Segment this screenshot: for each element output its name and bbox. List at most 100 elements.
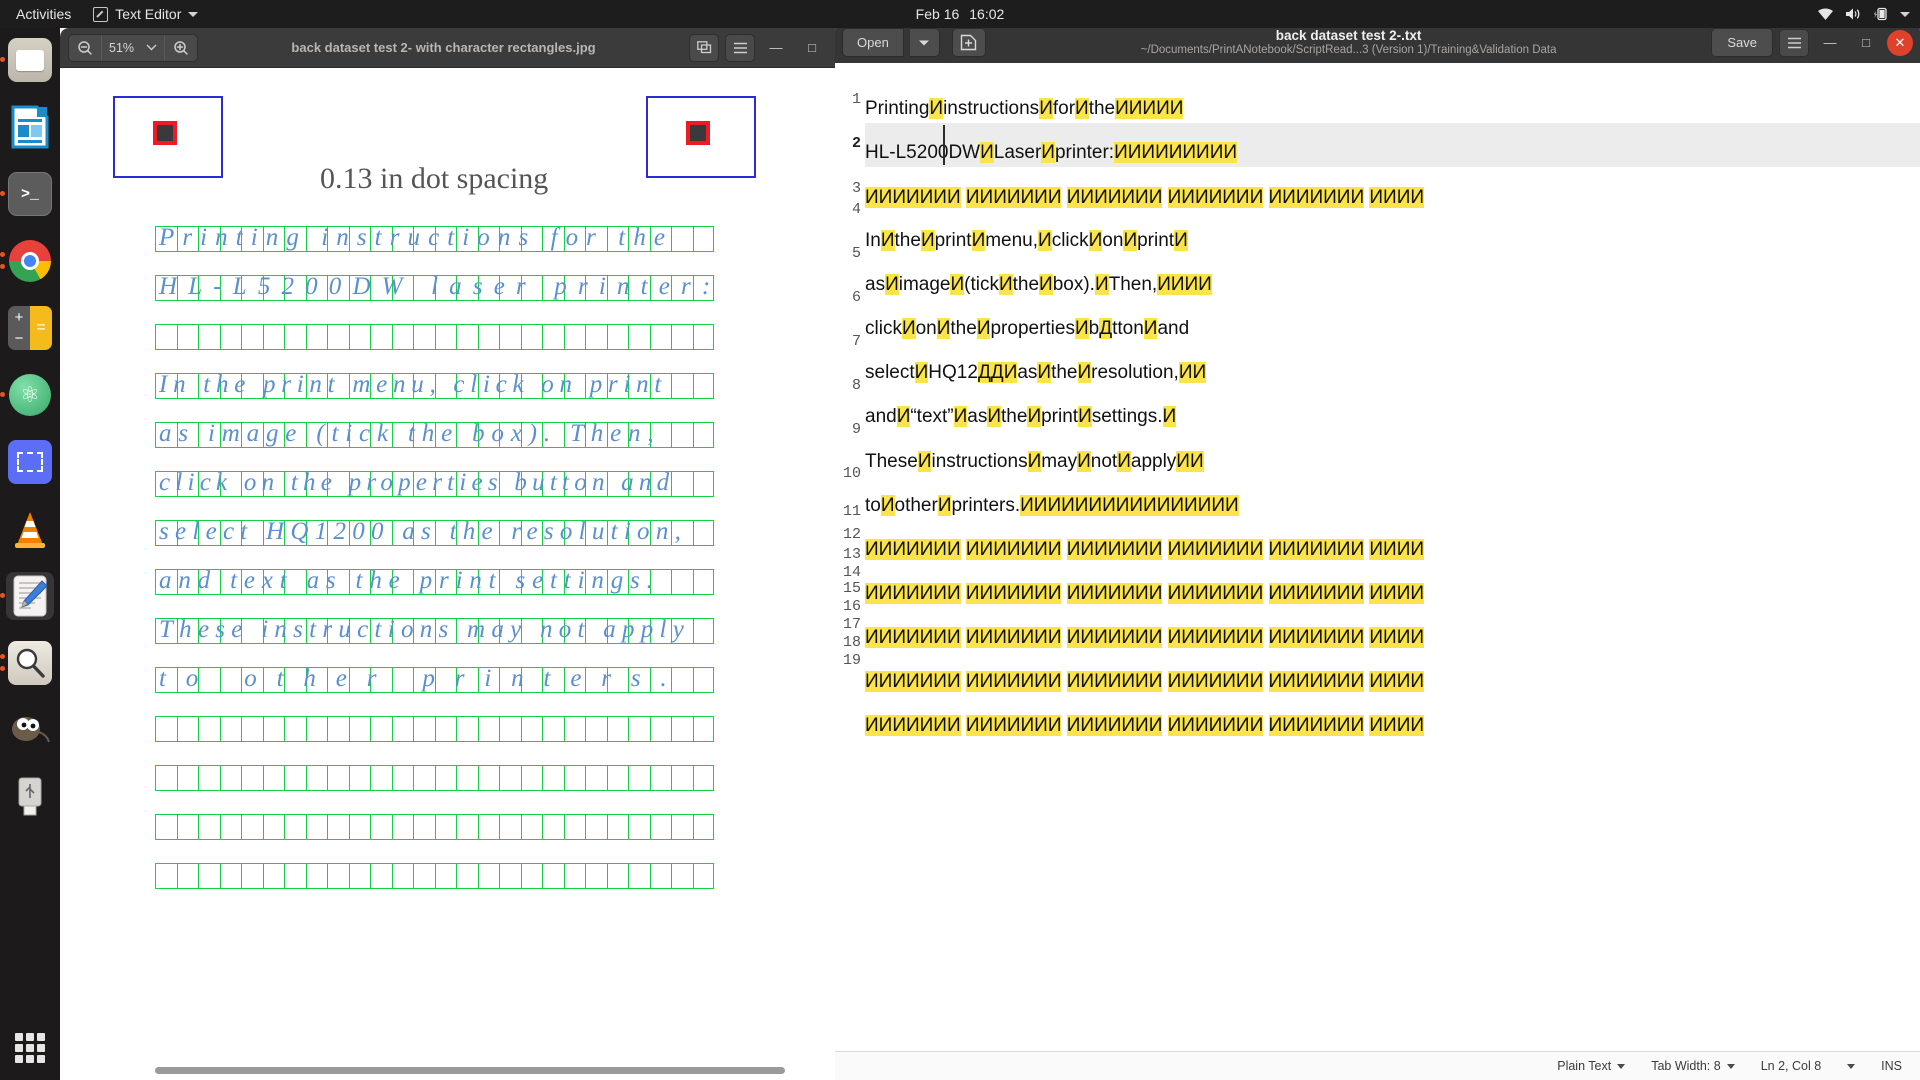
insert-mode-label: INS [1881,1059,1902,1073]
horizontal-scrollbar[interactable] [155,1067,785,1074]
highlighted-token: И [953,406,968,427]
code-line[interactable]: andИ“text”ИasИtheИprintИsettings.И [865,406,1920,428]
handwritten-text: as image (tick the box). Then, [159,420,661,447]
highlighted-token: ИИИИИИИ [1066,539,1163,560]
open-button[interactable]: Open [842,28,904,57]
character-cell [413,765,435,791]
highlighted-token: ИИИИИИИ [1268,671,1365,692]
dock-item-gimp[interactable] [6,706,54,754]
character-cell [671,226,693,252]
code-line[interactable]: PrintingИinstructionsИforИtheИИИИИ [865,98,1920,120]
line-number: 14 [842,564,861,581]
dock-item-atom[interactable]: ⚛ [0,371,54,419]
highlighted-token: ИИИИ [1369,583,1424,604]
code-line[interactable]: clickИonИtheИpropertiesИbДttonИand [865,318,1920,340]
hamburger-menu-icon[interactable] [1779,28,1809,57]
character-cell [413,814,435,840]
code-line[interactable]: InИtheИprintИmenu,ИclickИonИprintИ [865,230,1920,252]
tab-width-selector[interactable]: Tab Width: 8 [1651,1059,1735,1073]
character-cell [155,324,177,350]
character-cell [671,569,693,595]
character-cell [628,863,650,889]
image-canvas[interactable]: 0.13 in dot spacing Printing instruction… [60,68,835,1080]
code-line[interactable]: ИИИИИИИ ИИИИИИИ ИИИИИИИ ИИИИИИИ ИИИИИИИ … [865,539,1920,561]
code-line[interactable]: ИИИИИИИ ИИИИИИИ ИИИИИИИ ИИИИИИИ ИИИИИИИ … [865,627,1920,649]
highlighted-token: ИИИИ [1369,187,1424,208]
character-cell [155,814,177,840]
code-area[interactable]: PrintingИinstructionsИforИtheИИИИИ HL-L52… [865,63,1920,1051]
open-dropdown-button[interactable] [909,28,940,57]
character-cell [391,716,413,742]
dock-item-usb-drive[interactable] [6,773,54,821]
dock-item-image-viewer[interactable] [0,639,54,687]
activities-button[interactable]: Activities [0,6,85,22]
zoom-in-icon[interactable] [165,35,197,61]
hamburger-menu-icon[interactable] [725,33,755,62]
clock[interactable]: Feb 16 16:02 [916,6,1005,22]
character-cell [241,324,263,350]
dock-item-calculator[interactable]: + − = [6,304,54,352]
handwritten-text: select HQ1200 as the resolution, [159,518,688,545]
character-cell [499,765,521,791]
dock-item-vlc[interactable] [6,505,54,553]
highlighted-token: ИИИИИИИ [1167,715,1264,736]
dock-item-screenshot[interactable] [6,438,54,486]
code-line[interactable]: asИimageИ(tickИtheИbox).ИThen,ИИИИ [865,274,1920,296]
fullscreen-icon[interactable] [689,33,719,62]
dock-item-text-editor[interactable] [0,572,54,620]
code-line[interactable]: HL-L5200DWИLaserИprinter:ИИИИИИИИИ [865,142,1920,164]
zoom-level-dropdown[interactable]: 51% [101,34,166,61]
character-cell [370,765,392,791]
code-line[interactable]: ИИИИИИИ ИИИИИИИ ИИИИИИИ ИИИИИИИ ИИИИИИИ … [865,715,1920,737]
gimp-icon [8,708,52,752]
gnome-top-bar: Activities Text Editor Feb 16 16:02 [0,0,1920,28]
zoom-controls[interactable]: 51% [68,33,199,62]
dock-item-files[interactable] [0,36,54,84]
language-selector[interactable]: Plain Text [1557,1059,1626,1073]
minimize-button[interactable]: — [761,34,791,62]
position-dropdown[interactable] [1847,1063,1856,1069]
close-button[interactable]: ✕ [1887,29,1913,56]
character-cell [692,618,714,644]
dock-item-terminal[interactable]: >_ [0,170,54,218]
code-line[interactable]: selectИHQ12ДДИasИtheИresolution,ИИ [865,362,1920,384]
character-cell [692,226,714,252]
code-line[interactable]: TheseИinstructionsИmayИnotИapplyИИ [865,451,1920,473]
highlighted-token: ИИИИИИИ [1268,627,1365,648]
highlighted-token: ИИИИ [1157,274,1212,295]
code-line[interactable]: ИИИИИИИ ИИИИИИИ ИИИИИИИ ИИИИИИИ ИИИИИИИ … [865,583,1920,605]
highlighted-token: И [1162,406,1177,427]
new-document-icon[interactable] [951,28,986,57]
character-cell [671,765,693,791]
cursor-position[interactable]: Ln 2, Col 8 [1761,1059,1821,1073]
character-cell [563,324,585,350]
character-cell [305,324,327,350]
maximize-button[interactable]: □ [797,34,827,62]
character-cell [413,716,435,742]
save-button[interactable]: Save [1711,28,1773,57]
dock-item-libreoffice-writer[interactable] [6,103,54,151]
text-editor-body[interactable]: 1 2 3 4 5 6 7 8 9 10 11 12 13 14 15 16 17 18 19 PrintingИi… [835,63,1920,1051]
app-menu-button[interactable]: Text Editor [85,6,206,22]
maximize-button[interactable]: □ [1851,29,1881,57]
image-viewer-window: 51% back dataset test 2- with character … [60,28,835,1080]
highlighted-token: И [1039,274,1053,295]
highlighted-token: ИИИИИИИ [965,583,1062,604]
highlighted-token: И [1077,362,1092,383]
minimize-button[interactable]: — [1815,29,1845,57]
dock-item-google-chrome[interactable] [0,237,54,285]
chevron-down-icon[interactable] [1900,11,1910,17]
ubuntu-dock: >_ + − = ⚛ [0,28,60,1080]
code-line[interactable]: ИИИИИИИ ИИИИИИИ ИИИИИИИ ИИИИИИИ ИИИИИИИ … [865,671,1920,693]
character-cell [219,814,241,840]
code-line[interactable]: toИotherИprinters.ИИИИИИИИИИИИИИИИ [865,495,1920,517]
language-label: Plain Text [1557,1059,1612,1073]
character-cell [370,324,392,350]
files-icon [8,38,52,82]
system-tray[interactable] [1817,7,1910,21]
code-line[interactable]: ИИИИИИИ ИИИИИИИ ИИИИИИИ ИИИИИИИ ИИИИИИИ … [865,187,1920,209]
show-applications-button[interactable] [8,1026,52,1070]
zoom-out-icon[interactable] [69,35,101,61]
character-cell [198,814,220,840]
line-number: 10 [842,465,861,482]
